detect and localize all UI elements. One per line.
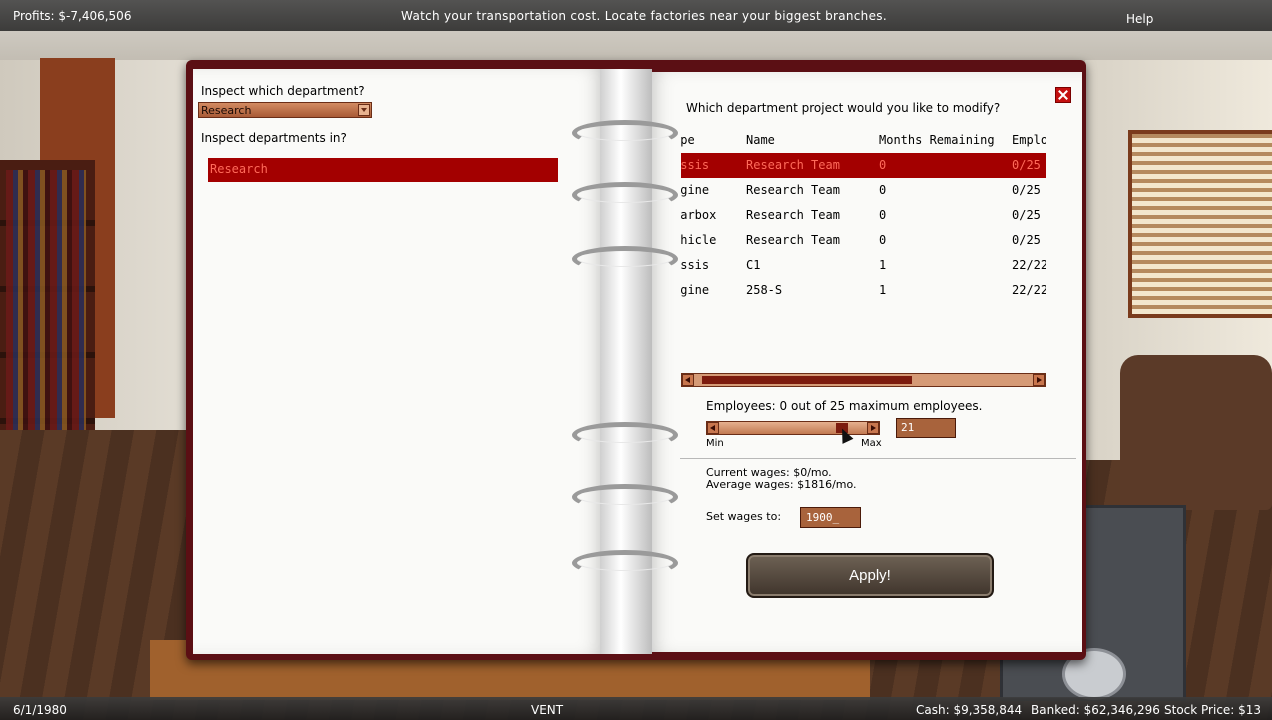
binder-ring (572, 246, 678, 272)
binder-ring (572, 182, 678, 208)
cell-name: Research Team (746, 183, 840, 197)
apply-button[interactable]: Apply! (746, 553, 994, 598)
average-wages: Average wages: $1816/mo. (706, 478, 857, 491)
decrease-arrow-icon[interactable] (707, 422, 719, 434)
scroll-left-arrow-icon[interactable] (682, 374, 694, 386)
cell-employees: 0/25 (1012, 158, 1041, 172)
event-readout: VENT (531, 703, 564, 717)
project-table: ype Name Months Remaining Emplo assis Re… (681, 128, 1046, 303)
close-button[interactable] (1055, 87, 1071, 103)
employee-count-input[interactable]: 21 (896, 418, 956, 438)
cell-name: 258-S (746, 283, 783, 297)
cell-type: ehicle (681, 233, 717, 247)
chevron-down-icon[interactable] (358, 104, 370, 116)
cell-months: 1 (879, 258, 887, 272)
set-wages-label: Set wages to: (706, 510, 782, 523)
table-row[interactable]: igine Research Team 0 0/25 (681, 178, 1046, 203)
binder-ring (572, 550, 678, 576)
bottom-status-bar: 6/1/1980 VENT Cash: $9,358,844 Banked: $… (0, 697, 1272, 720)
cell-employees: 0/25 (1012, 233, 1041, 247)
stock-price-readout: Stock Price: $13 (1164, 703, 1262, 717)
cash-readout: Cash: $9,358,844 (916, 703, 1023, 717)
header-employees: Emplo (1012, 133, 1046, 147)
table-row[interactable]: assis C1 1 22/22 (681, 253, 1046, 278)
cell-employees: 22/22 (1012, 283, 1046, 297)
department-list-item[interactable]: Research (208, 158, 558, 182)
bookshelf-books (6, 170, 86, 450)
cell-months: 0 (879, 233, 887, 247)
apply-button-label: Apply! (849, 567, 891, 584)
cell-months: 0 (879, 183, 887, 197)
cell-type: assis (681, 258, 710, 272)
cell-name: Research Team (746, 158, 840, 172)
left-page (193, 69, 608, 654)
cell-name: Research Team (746, 233, 840, 247)
binder-ring (572, 484, 678, 510)
top-status-bar: Profits: $-7,406,506 Watch your transpor… (0, 0, 1272, 31)
binder-ring (572, 120, 678, 146)
wage-input[interactable]: 1900_ (800, 507, 861, 528)
cell-months: 1 (879, 283, 887, 297)
date-readout: 6/1/1980 (13, 703, 67, 717)
help-button[interactable]: Help (1126, 12, 1153, 26)
tip-message: Watch your transportation cost. Locate f… (401, 9, 887, 23)
binder-ring (572, 422, 678, 448)
cell-name: C1 (746, 258, 761, 272)
scroll-right-arrow-icon[interactable] (1033, 374, 1045, 386)
increase-arrow-icon[interactable] (867, 422, 879, 434)
department-select-value: Research (201, 104, 252, 117)
banked-readout: Banked: $62,346,296 (1031, 703, 1160, 717)
slider-max-label: Max (861, 438, 882, 449)
cell-type: assis (681, 158, 710, 172)
table-row[interactable]: assis Research Team 0 0/25 (681, 153, 1046, 178)
cell-employees: 22/22 (1012, 258, 1046, 272)
window-blinds (1128, 130, 1272, 318)
inspect-departments-in-label: Inspect departments in? (201, 131, 347, 145)
scrollbar-thumb[interactable] (702, 376, 912, 384)
table-horizontal-scrollbar[interactable] (681, 373, 1046, 387)
cell-type: igine (681, 283, 710, 297)
department-select[interactable]: Research (198, 102, 372, 118)
table-row[interactable]: earbox Research Team 0 0/25 (681, 203, 1046, 228)
header-type: ype (681, 133, 695, 147)
header-months: Months Remaining (879, 133, 995, 147)
table-row[interactable]: igine 258-S 1 22/22 (681, 278, 1046, 303)
slider-min-label: Min (706, 438, 724, 449)
employee-slider[interactable] (706, 421, 880, 435)
inspect-department-label: Inspect which department? (201, 84, 365, 98)
wage-input-value: 1900_ (806, 511, 840, 524)
cell-type: igine (681, 183, 710, 197)
divider (680, 458, 1076, 459)
cell-employees: 0/25 (1012, 183, 1041, 197)
cell-name: Research Team (746, 208, 840, 222)
department-list-item-label: Research (210, 162, 268, 176)
employee-count-value: 21 (901, 421, 915, 434)
armchair (1120, 355, 1272, 510)
project-question: Which department project would you like … (686, 101, 1001, 115)
table-row[interactable]: ehicle Research Team 0 0/25 (681, 228, 1046, 253)
cell-type: earbox (681, 208, 717, 222)
header-name: Name (746, 133, 775, 147)
employees-summary: Employees: 0 out of 25 maximum employees… (706, 399, 983, 413)
cell-months: 0 (879, 208, 887, 222)
table-header: ype Name Months Remaining Emplo (681, 128, 1046, 153)
cell-months: 0 (879, 158, 887, 172)
cell-employees: 0/25 (1012, 208, 1041, 222)
